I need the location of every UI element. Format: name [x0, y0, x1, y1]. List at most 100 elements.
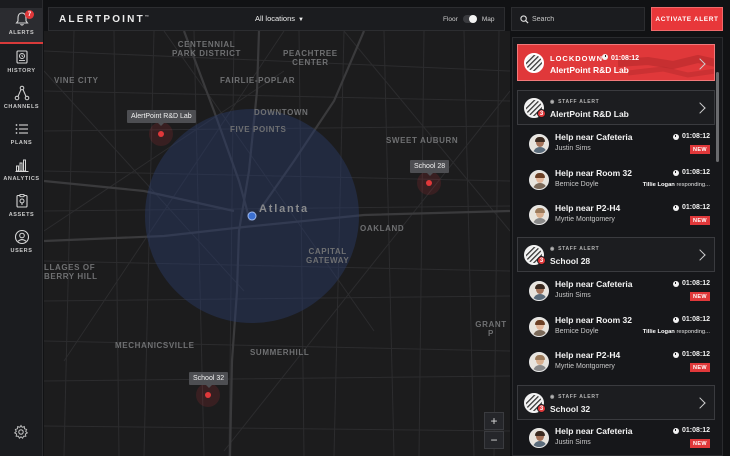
top-bar: ALERTPOINT™ All locations ▼ Floor Map	[48, 7, 505, 31]
sidebar-item-label: ANALYTICS	[3, 176, 40, 182]
lockdown-title: LOCKDOWN	[550, 54, 603, 63]
group-name: School 28	[550, 256, 591, 266]
group-name: AlertPoint R&D Lab	[550, 109, 629, 119]
sidebar-item-label: ASSETS	[8, 212, 35, 218]
clock-icon	[672, 133, 679, 140]
avatar	[529, 205, 549, 225]
activate-alert-button[interactable]: ACTIVATE ALERT	[651, 7, 723, 31]
zoom-in-button[interactable]: +	[484, 412, 504, 430]
alert-title: Help near Cafeteria	[555, 279, 633, 289]
alert-time: 01:08:12	[672, 316, 710, 323]
location-avatar	[524, 53, 544, 73]
alert-list-item[interactable]: Help near P2-H4 Myrtie Montgomery 01:08:…	[523, 201, 715, 234]
panel-scrollbar[interactable]	[716, 72, 719, 162]
alert-person: Justin Sims	[555, 439, 591, 446]
avatar	[529, 281, 549, 301]
sidebar-item-users[interactable]: USERS	[0, 229, 43, 265]
alert-person: Myrtie Montgomery	[555, 216, 615, 223]
group-name: School 32	[550, 404, 591, 414]
alert-person: Bernice Doyle	[555, 328, 599, 335]
alert-title: Help near P2-H4	[555, 203, 621, 213]
map-streets	[44, 31, 510, 456]
search-icon	[520, 15, 529, 24]
alert-group-card[interactable]: 3 STAFF ALERT AlertPoint R&D Lab	[517, 90, 715, 125]
search-box	[511, 7, 645, 31]
analytics-icon	[15, 159, 28, 172]
alert-group-card[interactable]: 3 STAFF ALERT School 32	[517, 385, 715, 420]
toggle-label-floor: Floor	[443, 15, 458, 23]
map-pin-label[interactable]: AlertPoint R&D Lab	[127, 110, 196, 126]
map-pin-label[interactable]: School 32	[189, 372, 229, 388]
sidebar-item-label: PLANS	[10, 140, 33, 146]
map-pin-label[interactable]: School 28	[410, 160, 450, 176]
caret-down-icon: ▼	[298, 17, 304, 23]
status-badge: NEW	[689, 216, 710, 225]
sidebar-item-history[interactable]: HISTORY	[0, 49, 43, 85]
alert-group-card[interactable]: 3 STAFF ALERT School 28	[517, 237, 715, 272]
lockdown-location: AlertPoint R&D Lab	[550, 65, 629, 75]
clock-icon	[672, 316, 679, 323]
alert-time: 01:08:12	[672, 133, 710, 140]
alert-list-item[interactable]: Help near Room 32 Bernice Doyle 01:08:12…	[523, 313, 715, 346]
toggle-label-map: Map	[481, 15, 495, 23]
search-input[interactable]	[532, 12, 640, 27]
avatar	[529, 317, 549, 337]
sidebar-item-label: USERS	[10, 248, 33, 254]
alert-count-badge: 3	[537, 404, 546, 413]
zoom-out-button[interactable]: −	[484, 431, 504, 449]
lockdown-alert-card[interactable]: LOCKDOWN 01:08:12 AlertPoint R&D Lab	[517, 44, 715, 81]
sidebar-item-analytics[interactable]: ANALYTICS	[0, 157, 43, 193]
sidebar-item-label: HISTORY	[7, 68, 36, 74]
clock-icon	[672, 204, 679, 211]
sidebar-item-plans[interactable]: PLANS	[0, 121, 43, 157]
floor-map-toggle[interactable]	[462, 15, 477, 23]
sidebar-item-alerts[interactable]: 7 ALERTS	[0, 8, 43, 44]
sidebar: 7 ALERTS HISTORY CHANNELS PLANS ANALYTIC…	[0, 0, 43, 456]
responder-status: Tillie Logan responding...	[642, 182, 710, 188]
clock-icon	[672, 351, 679, 358]
alert-count-badge: 3	[537, 256, 546, 265]
alert-list-item[interactable]: Help near Cafeteria Justin Sims 01:08:12…	[523, 130, 715, 163]
clock-icon	[672, 427, 679, 434]
status-badge: NEW	[689, 292, 710, 301]
group-tag: STAFF ALERT	[550, 99, 599, 105]
status-badge: NEW	[689, 439, 710, 448]
sidebar-item-channels[interactable]: CHANNELS	[0, 85, 43, 121]
avatar	[529, 134, 549, 154]
alert-list-item[interactable]: Help near Cafeteria Justin Sims 01:08:12…	[523, 277, 715, 310]
district-label: GRANT P	[475, 320, 507, 338]
district-label: OAKLAND	[360, 224, 405, 233]
district-label: FIVE POINTS	[230, 125, 287, 134]
app-logo: ALERTPOINT™	[59, 14, 152, 25]
district-label: PEACHTREE CENTER	[283, 49, 338, 67]
status-badge: NEW	[689, 363, 710, 372]
sidebar-item-label: CHANNELS	[3, 104, 40, 110]
chevron-right-icon	[694, 397, 706, 409]
alert-title: Help near Cafeteria	[555, 426, 633, 436]
alerts-count-badge: 7	[25, 10, 34, 19]
location-select[interactable]: All locations ▼	[255, 14, 304, 23]
sidebar-item-assets[interactable]: ASSETS	[0, 193, 43, 229]
history-icon	[15, 50, 28, 64]
alert-list-item[interactable]: Help near Room 32 Bernice Doyle 01:08:12…	[523, 166, 715, 199]
alert-list-item[interactable]: Help near P2-H4 Myrtie Montgomery 01:08:…	[523, 348, 715, 381]
district-label: CAPITAL GATEWAY	[306, 247, 350, 265]
alert-title: Help near P2-H4	[555, 350, 621, 360]
alert-time: 01:08:12	[672, 351, 710, 358]
chevron-right-icon	[694, 249, 706, 261]
alert-list-item[interactable]: Help near Cafeteria Justin Sims 01:08:12…	[523, 424, 715, 456]
map-view[interactable]: CENTENNIAL PARK DISTRICT PEACHTREE CENTE…	[44, 31, 510, 456]
city-label: Atlanta	[259, 203, 309, 215]
sidebar-item-label: ALERTS	[8, 30, 35, 36]
district-label: DOWNTOWN	[254, 108, 309, 117]
group-tag: STAFF ALERT	[550, 394, 599, 400]
alert-person: Bernice Doyle	[555, 181, 599, 188]
avatar	[529, 352, 549, 372]
assets-icon	[15, 194, 28, 208]
settings-button[interactable]	[13, 424, 29, 440]
avatar	[529, 428, 549, 448]
alert-person: Myrtie Montgomery	[555, 363, 615, 370]
alert-title: Help near Cafeteria	[555, 132, 633, 142]
district-label: MECHANICSVILLE	[115, 341, 195, 350]
district-label: CENTENNIAL PARK DISTRICT	[172, 40, 241, 58]
